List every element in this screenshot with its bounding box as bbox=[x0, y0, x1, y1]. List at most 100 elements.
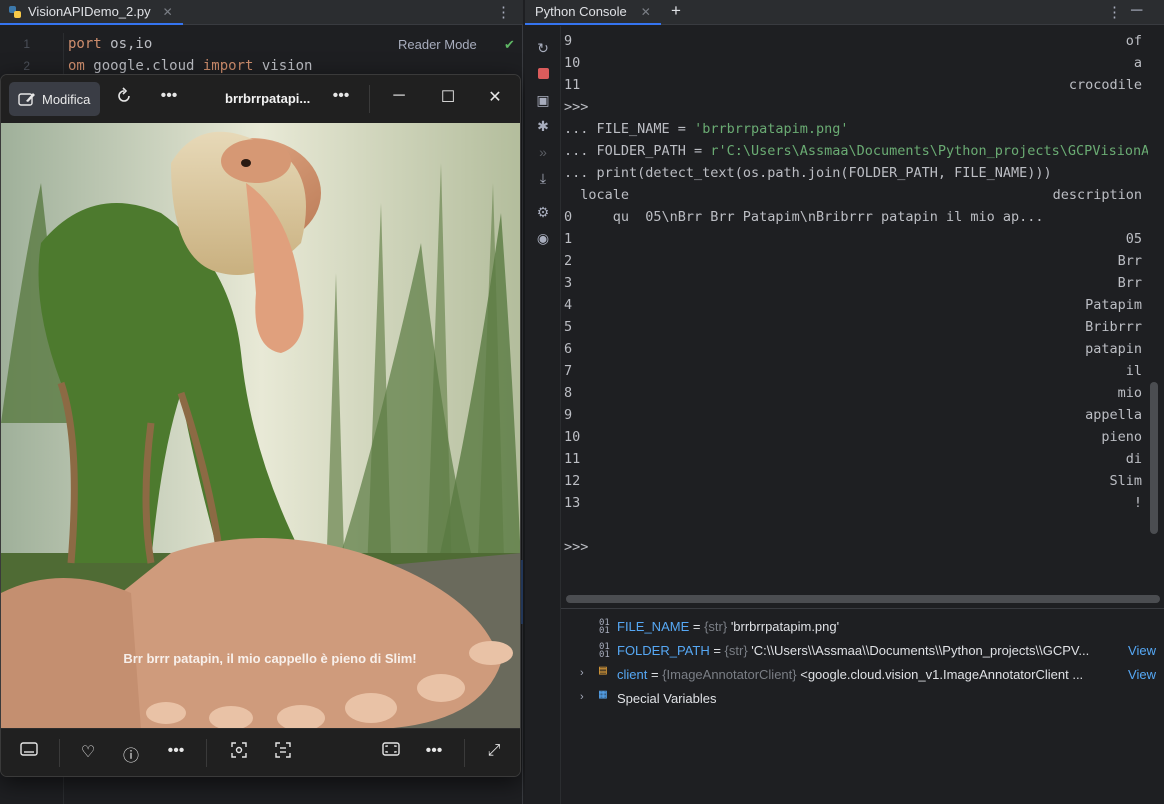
edit-icon bbox=[18, 93, 35, 106]
more-icon[interactable]: ••• bbox=[157, 87, 181, 105]
keyword: om bbox=[68, 58, 85, 74]
more-icon[interactable]: ••• bbox=[164, 742, 188, 760]
string-variable-icon: 01 01 bbox=[599, 618, 610, 636]
more-icon[interactable]: ••• bbox=[422, 742, 446, 760]
proboscis-monkey-tree-image: Brr brrr patapin, il mio cappello è pien… bbox=[1, 123, 520, 729]
dataframe-row: 0 qu 05\nBrr Brr Patapim\nBribrrr patapi… bbox=[564, 209, 1044, 225]
cell-text: 4 bbox=[564, 297, 573, 313]
keyword: port bbox=[68, 36, 102, 52]
check-icon[interactable]: ✔ bbox=[504, 37, 515, 53]
visual-search-icon[interactable] bbox=[227, 742, 251, 763]
divider bbox=[464, 739, 465, 767]
equals-sign: = bbox=[689, 619, 705, 634]
view-link[interactable]: View bbox=[1122, 643, 1156, 658]
cell-text: Bribrrr bbox=[1085, 319, 1142, 335]
rotate-icon[interactable] bbox=[112, 87, 136, 110]
vertical-scrollbar[interactable] bbox=[1150, 382, 1158, 534]
editor-tab-bar: VisionAPIDemo_2.py ✕ ⋮ bbox=[0, 0, 523, 25]
debug-icon[interactable]: ✱ bbox=[533, 118, 553, 135]
scroll-to-end-icon[interactable]: ⤓ bbox=[533, 170, 553, 187]
rerun-icon[interactable]: ↻ bbox=[533, 40, 553, 57]
keyword: import bbox=[202, 58, 254, 74]
minimize-icon[interactable]: ─ bbox=[387, 87, 411, 105]
photo-viewer-window: Modifica ••• brrbrrpatapi... ••• ─ ☐ ✕ B… bbox=[0, 74, 521, 777]
cell-text: di bbox=[1125, 451, 1142, 467]
python-file-icon bbox=[9, 5, 21, 18]
console-output[interactable]: 9 of 10 a 11 crocodile >>> ... FILE_NAME = … bbox=[564, 33, 1148, 593]
fullscreen-icon[interactable]: ⤢ bbox=[482, 742, 506, 760]
cell-text: Patapim bbox=[1085, 297, 1142, 313]
cell-text: 12 bbox=[564, 473, 581, 489]
more-icon[interactable]: ••• bbox=[329, 87, 353, 105]
cell-text: 13 bbox=[564, 495, 581, 511]
maximize-icon[interactable]: ☐ bbox=[436, 87, 460, 107]
variable-row[interactable]: 01 01 FOLDER_PATH = {str} 'C:\\Users\\Assm… bbox=[561, 640, 1164, 664]
close-tab-icon[interactable]: ✕ bbox=[163, 5, 173, 19]
heart-icon[interactable]: ♡ bbox=[76, 742, 100, 762]
dataframe-row: 2 Brr bbox=[564, 253, 1148, 275]
variable-name: FILE_NAME bbox=[617, 619, 690, 634]
variable-name: client bbox=[617, 667, 648, 682]
output-line: 10 a bbox=[564, 55, 1142, 71]
cell-text: 6 bbox=[564, 341, 573, 357]
variable-row[interactable]: › ▤ client = {ImageAnnotatorClient} <googl… bbox=[561, 664, 1164, 688]
cell-text: mio bbox=[1117, 385, 1142, 401]
equals-sign: = bbox=[647, 667, 663, 682]
close-tab-icon[interactable]: ✕ bbox=[641, 5, 651, 19]
more-vertical-icon[interactable]: ⋮ bbox=[496, 3, 511, 21]
show-variables-icon[interactable]: ◉ bbox=[533, 230, 553, 247]
dataframe-row: 8 mio bbox=[564, 385, 1148, 407]
dataframe-row: 9 appella bbox=[564, 407, 1148, 429]
cell-text: ▤ bbox=[599, 664, 607, 678]
cell-text: 05 bbox=[1125, 231, 1142, 247]
cell-text: FILE_NAME = {str} 'brrbrrpatapim.png' bbox=[617, 619, 839, 634]
prompt-line: >>> bbox=[564, 539, 589, 555]
cell-text: patapin bbox=[1085, 341, 1142, 357]
variable-value: 'brrbrrpatapim.png' bbox=[727, 619, 840, 634]
horizontal-scrollbar[interactable] bbox=[566, 595, 1160, 603]
add-console-icon[interactable]: + bbox=[671, 1, 681, 21]
cell-text: 3 bbox=[564, 275, 573, 291]
view-link[interactable]: View bbox=[1122, 667, 1156, 682]
object-variable-icon: ▤ bbox=[599, 664, 607, 678]
variable-value: 'C:\\Users\\Assmaa\\Documents\\Python_pr… bbox=[747, 643, 1090, 658]
line-number: 2 bbox=[23, 59, 30, 73]
console-tab[interactable]: Python Console ✕ bbox=[525, 0, 661, 25]
output-line: 9 of bbox=[564, 33, 1142, 49]
fit-screen-icon[interactable] bbox=[379, 742, 403, 761]
minimize-panel-icon[interactable]: ─ bbox=[1131, 2, 1142, 20]
history-icon[interactable]: » bbox=[533, 144, 553, 160]
equals-sign: = bbox=[709, 643, 725, 658]
command-line: ... FILE_NAME = 'brrbrrpatapim.png' bbox=[564, 121, 849, 137]
info-icon[interactable]: ⓘ bbox=[119, 742, 143, 766]
variable-type: {str} bbox=[704, 619, 728, 634]
stop-icon[interactable] bbox=[533, 66, 553, 82]
cell-text: 5 bbox=[564, 319, 573, 335]
reader-mode-toggle[interactable]: Reader Mode bbox=[398, 37, 477, 52]
settings-icon[interactable]: ⚙ bbox=[533, 204, 553, 221]
code-line[interactable]: port os,io bbox=[68, 36, 152, 52]
edit-button[interactable]: Modifica bbox=[9, 82, 100, 116]
cell-text: 8 bbox=[564, 385, 573, 401]
variable-value: <google.cloud.vision_v1.ImageAnnotatorCl… bbox=[796, 667, 1084, 682]
text-detect-icon[interactable] bbox=[271, 742, 295, 763]
filmstrip-icon[interactable] bbox=[17, 742, 41, 761]
variable-row[interactable]: › ▦ Special Variables bbox=[561, 688, 1164, 712]
cell-text: 1 bbox=[564, 231, 573, 247]
more-vertical-icon[interactable]: ⋮ bbox=[1107, 3, 1122, 21]
editor-tab[interactable]: VisionAPIDemo_2.py ✕ bbox=[0, 0, 183, 25]
cell-text: 11 bbox=[564, 451, 581, 467]
dataframe-header: locale description bbox=[564, 187, 1142, 203]
close-icon[interactable]: ✕ bbox=[483, 87, 507, 107]
code-text: google.cloud bbox=[84, 58, 203, 74]
console-tab-bar: Python Console ✕ + ⋮ ─ bbox=[525, 0, 1164, 25]
viewer-title-bar: Modifica ••• brrbrrpatapi... ••• ─ ☐ ✕ bbox=[1, 75, 520, 123]
divider bbox=[59, 739, 60, 767]
code-line[interactable]: om google.cloud import vision bbox=[68, 58, 312, 74]
expand-chevron-icon[interactable]: › bbox=[580, 691, 584, 703]
expand-chevron-icon[interactable]: › bbox=[580, 667, 584, 679]
viewer-image[interactable]: Brr brrr patapin, il mio cappello è pien… bbox=[1, 123, 520, 729]
variable-row[interactable]: 01 01 FILE_NAME = {str} 'brrbrrpatapim.png… bbox=[561, 616, 1164, 640]
execute-icon[interactable]: ▣ bbox=[533, 92, 553, 109]
dataframe-row: 4 Patapim bbox=[564, 297, 1148, 319]
